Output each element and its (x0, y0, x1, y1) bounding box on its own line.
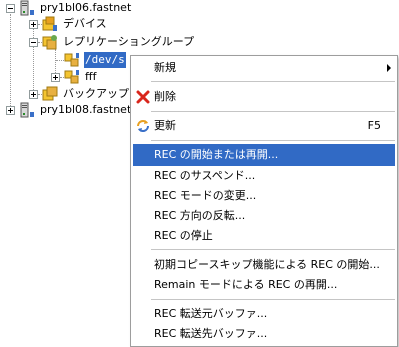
replication-pair-icon (64, 70, 79, 84)
devices-icon (42, 16, 57, 31)
menu-item-rec-start-restart[interactable]: REC の開始または再開... (133, 144, 395, 166)
shortcut-label: F5 (367, 119, 381, 132)
menu-item-label: REC の開始または再開... (154, 148, 279, 161)
menu-item-label: REC モードの変更... (154, 189, 257, 202)
menu-separator (151, 111, 395, 112)
menu-item-rec-start-initial-copy-skip[interactable]: 初期コピースキップ機能による REC の開始... (133, 254, 395, 276)
menu-item-rec-source-buffer[interactable]: REC 転送元バッファ... (133, 303, 395, 325)
menu-item-rec-suspend[interactable]: REC のサスペンド... (133, 165, 395, 187)
menu-item-label: REC 方向の反転... (154, 209, 246, 222)
collapse-toggle[interactable] (6, 3, 15, 13)
menu-item-refresh[interactable]: 更新 F5 (133, 115, 395, 137)
expand-toggle[interactable] (6, 105, 15, 115)
menu-item-rec-reverse[interactable]: REC 方向の反転... (133, 205, 395, 227)
devices-label: デバイス (63, 17, 107, 30)
backup-label: バックアップ (63, 87, 129, 100)
tree-node-server2[interactable]: pry1bl08.fastnet (6, 101, 132, 119)
tree-node-devices[interactable]: デバイス (29, 15, 108, 33)
tree-node-dev-selected[interactable]: /dev/s (64, 51, 126, 69)
selected-node-label: /dev/s (84, 52, 126, 68)
menu-item-label: Remain モードによる REC の再開... (154, 278, 338, 291)
menu-separator (151, 249, 395, 250)
menu-item-rec-restart-remain-mode[interactable]: Remain モードによる REC の再開... (133, 274, 395, 296)
menu-separator (151, 299, 395, 300)
collapse-toggle[interactable] (29, 37, 38, 47)
menu-item-label: 削除 (154, 90, 176, 103)
menu-item-label: REC の停止 (154, 229, 213, 242)
menu-item-label: 初期コピースキップ機能による REC の開始... (154, 258, 380, 271)
menu-separator (151, 140, 395, 141)
delete-x-icon (136, 90, 150, 104)
menu-item-rec-dest-buffer[interactable]: REC 転送先バッファ... (133, 323, 395, 345)
submenu-arrow-icon (387, 64, 391, 72)
menu-item-new[interactable]: 新規 (133, 57, 395, 79)
expand-toggle[interactable] (51, 72, 60, 82)
menu-item-rec-stop[interactable]: REC の停止 (133, 225, 395, 247)
menu-item-label: REC 転送元バッファ... (154, 307, 268, 320)
server1-label: pry1bl06.fastnet (40, 1, 132, 14)
menu-item-delete[interactable]: 削除 (133, 86, 395, 108)
tree-node-fff[interactable]: fff (51, 68, 97, 86)
tree-connector-line (10, 14, 11, 110)
replication-group-label: レプリケーショングループ (63, 35, 195, 48)
expand-toggle[interactable] (29, 89, 38, 99)
menu-item-label: REC のサスペンド... (154, 169, 256, 182)
menu-item-label: REC 転送先バッファ... (154, 327, 268, 340)
backup-icon (42, 86, 58, 101)
server-icon (20, 102, 34, 118)
server-icon (20, 0, 34, 16)
server2-label: pry1bl08.fastnet (40, 103, 132, 116)
tree-node-replication-group[interactable]: レプリケーショングループ (29, 33, 195, 51)
refresh-icon (137, 120, 149, 132)
replication-pair-icon (64, 53, 79, 67)
expand-toggle[interactable] (29, 19, 38, 29)
replication-group-icon (42, 35, 57, 50)
menu-item-label: 更新 (154, 119, 176, 132)
menu-separator (151, 81, 395, 82)
fff-label: fff (85, 70, 97, 83)
menu-item-label: 新規 (154, 61, 176, 74)
context-menu: 新規 削除 更新 F5 REC の開始または再開... REC のサスペンド..… (130, 55, 398, 347)
menu-item-rec-mode-change[interactable]: REC モードの変更... (133, 185, 395, 207)
